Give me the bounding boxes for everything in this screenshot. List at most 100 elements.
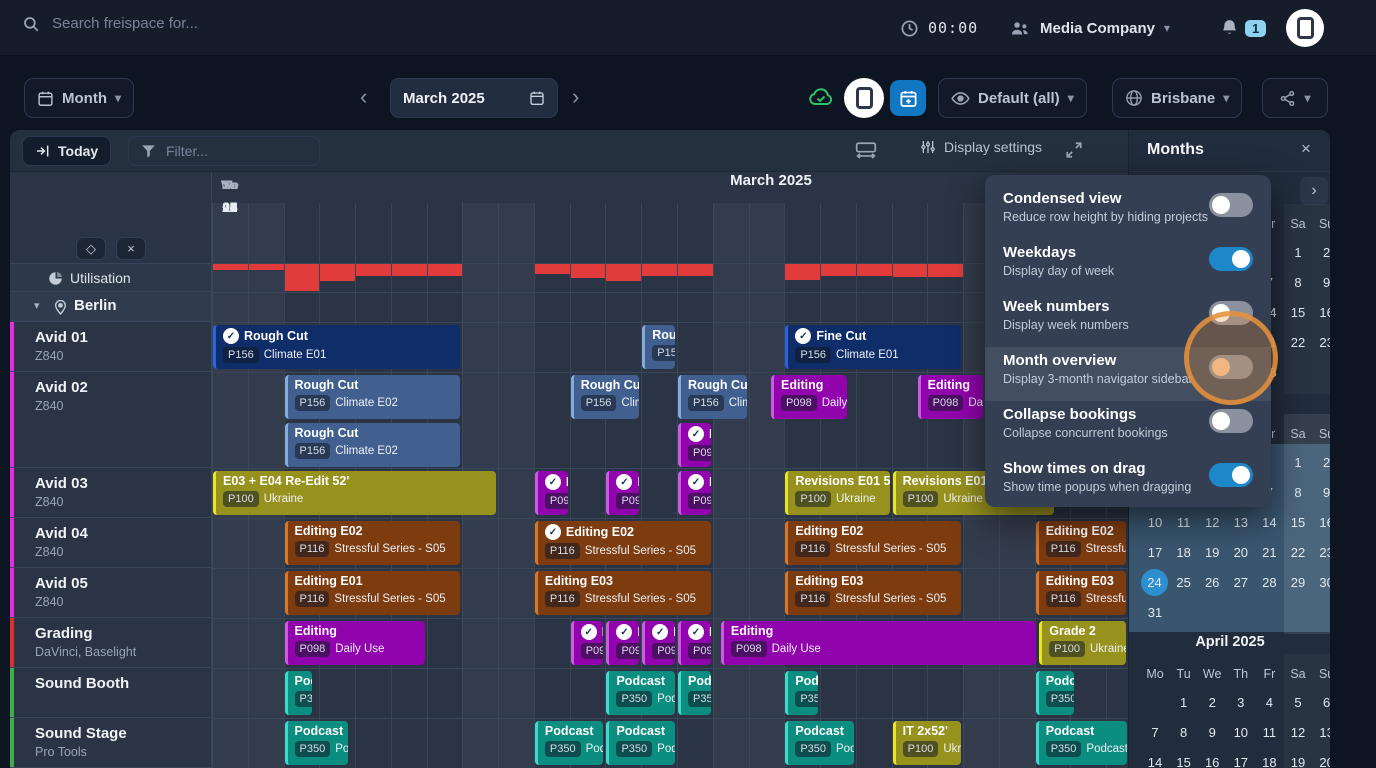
mini-day[interactable]: 3 <box>1227 688 1255 718</box>
display-settings-button[interactable]: Display settings <box>920 139 1042 155</box>
mini-day[interactable]: 17 <box>1227 748 1255 768</box>
booking[interactable]: Rough CutP156Climate E02 <box>285 375 461 419</box>
booking[interactable]: PodcastP350Podcast <box>285 671 312 715</box>
booking[interactable]: PodcastP350Podcast <box>785 721 854 765</box>
mini-day[interactable]: 23 <box>1313 538 1330 568</box>
location-dropdown[interactable]: Brisbane ▾ <box>1112 78 1242 118</box>
view-mode-dropdown[interactable]: Month ▾ <box>24 78 134 118</box>
booking[interactable]: EditingP098Daily Use <box>285 621 425 665</box>
user-avatar[interactable] <box>1286 0 1324 56</box>
booking[interactable]: Revisions E01 52'P100Ukraine <box>785 471 889 515</box>
company-switcher[interactable]: Media Company ▾ <box>1010 0 1170 56</box>
sort-resources-button[interactable]: ◇ <box>76 237 106 260</box>
active-user-avatar[interactable] <box>844 78 884 118</box>
booking[interactable]: PodcastP350Podcast <box>285 721 348 765</box>
booking[interactable]: ✓Rough CutP156Climate E01 <box>213 325 460 369</box>
today-button[interactable]: Today <box>22 136 111 166</box>
next-months-button[interactable]: › <box>1300 177 1328 205</box>
mini-day-today[interactable]: 24 <box>1141 569 1168 596</box>
booking[interactable]: Editing E03P116Stressful Series - S05 <box>785 571 961 615</box>
resource-row[interactable]: Avid 05Z840 <box>10 568 212 618</box>
setting-row[interactable]: Collapse bookingsCollapse concurrent boo… <box>985 401 1271 455</box>
mini-day[interactable]: 17 <box>1141 538 1169 568</box>
mini-day[interactable]: 31 <box>1141 598 1169 628</box>
setting-row[interactable]: WeekdaysDisplay day of week <box>985 239 1271 293</box>
mini-day[interactable]: 15 <box>1284 298 1312 328</box>
period-picker[interactable]: March 2025 <box>390 78 558 118</box>
booking[interactable]: Rough CutP156Climate E02 <box>285 423 461 467</box>
booking[interactable]: ✓Editing E02P116Stressful Series - S05 <box>535 521 711 565</box>
resource-row[interactable]: Avid 03Z840 <box>10 468 212 518</box>
resource-row[interactable]: Sound Booth <box>10 668 212 718</box>
mini-day[interactable]: 8 <box>1170 718 1198 748</box>
setting-toggle[interactable] <box>1209 301 1253 325</box>
setting-row[interactable]: Month overviewDisplay 3-month navigator … <box>985 347 1271 401</box>
mini-day[interactable]: 9 <box>1198 718 1226 748</box>
mini-day[interactable]: 13 <box>1313 718 1330 748</box>
mini-day[interactable]: 23 <box>1313 328 1330 358</box>
booking[interactable]: E03 + E04 Re-Edit 52'P100Ukraine <box>213 471 496 515</box>
booking[interactable]: ✓Fine CutP156Climate E01 <box>785 325 961 369</box>
mini-day[interactable]: 12 <box>1284 718 1312 748</box>
fullscreen-icon[interactable] <box>1065 141 1083 159</box>
mini-day[interactable]: 15 <box>1170 748 1198 768</box>
booking[interactable]: PodcastP350Podcast <box>606 671 675 715</box>
mini-day[interactable]: 2 <box>1198 688 1226 718</box>
search-input[interactable] <box>50 14 350 33</box>
filter-input[interactable] <box>164 142 304 160</box>
mini-day[interactable]: 2 <box>1313 238 1330 268</box>
booking[interactable]: ✓EditingP098Daily Use <box>535 471 568 515</box>
booking[interactable]: PodcastP350Podcast <box>1036 671 1074 715</box>
global-search[interactable] <box>22 14 350 33</box>
booking[interactable]: Rough CutP156Climate E01 <box>642 325 675 369</box>
booking[interactable]: ✓EditingP098Daily Use <box>606 621 639 665</box>
mini-day[interactable]: 29 <box>1284 568 1312 598</box>
booking[interactable]: Editing E02P116Stressful Series - S05 <box>285 521 461 565</box>
notifications-button[interactable]: 1 <box>1220 0 1266 56</box>
resource-row[interactable]: GradingDaVinci, Baselight <box>10 618 212 668</box>
mini-day[interactable]: 20 <box>1313 748 1330 768</box>
mini-day[interactable]: 10 <box>1227 718 1255 748</box>
mini-day[interactable]: 28 <box>1255 568 1283 598</box>
booking[interactable]: ✓EditingP098Daily Use <box>678 423 711 467</box>
mini-day[interactable]: 1 <box>1170 688 1198 718</box>
close-icon[interactable]: × <box>1301 139 1311 159</box>
clear-resources-button[interactable]: × <box>116 237 146 260</box>
mini-day[interactable]: 5 <box>1284 688 1312 718</box>
booking[interactable]: PodcastP350Podcast <box>535 721 604 765</box>
mini-day[interactable]: 25 <box>1170 568 1198 598</box>
booking[interactable]: Editing E02P116Stressful Series - S05 <box>785 521 961 565</box>
mini-day[interactable]: 16 <box>1313 508 1330 538</box>
prev-period-button[interactable]: ‹ <box>360 86 367 108</box>
mini-day[interactable]: 18 <box>1170 538 1198 568</box>
mini-day[interactable]: 18 <box>1255 748 1283 768</box>
group-row-berlin[interactable]: ▾Berlin <box>10 292 212 322</box>
mini-day[interactable]: 2 <box>1313 448 1330 478</box>
booking[interactable]: Rough CutP156Climate E02 <box>571 375 640 419</box>
mini-day[interactable]: 21 <box>1255 538 1283 568</box>
setting-toggle[interactable] <box>1209 193 1253 217</box>
mini-day[interactable]: 1 <box>1284 238 1312 268</box>
mini-day[interactable]: 4 <box>1255 688 1283 718</box>
mini-day[interactable]: 14 <box>1141 748 1169 768</box>
setting-toggle[interactable] <box>1209 463 1253 487</box>
mini-day[interactable]: 7 <box>1141 718 1169 748</box>
booking[interactable]: IT 2x52'P100Ukraine <box>893 721 962 765</box>
mini-day[interactable]: 1 <box>1284 448 1312 478</box>
mini-day[interactable]: 10 <box>1141 508 1169 538</box>
mini-day[interactable]: 8 <box>1284 268 1312 298</box>
booking[interactable]: EditingP098Daily Use <box>771 375 847 419</box>
mini-day[interactable]: 22 <box>1284 328 1312 358</box>
mini-day[interactable]: 11 <box>1170 508 1198 538</box>
mini-day[interactable]: 11 <box>1255 718 1283 748</box>
setting-row[interactable]: Condensed viewReduce row height by hidin… <box>985 185 1271 239</box>
booking[interactable]: EditingP098Daily Use <box>918 375 983 419</box>
mini-day[interactable]: 12 <box>1198 508 1226 538</box>
booking[interactable]: Editing E01P116Stressful Series - S05 <box>285 571 461 615</box>
mini-day[interactable]: 30 <box>1313 568 1330 598</box>
resource-row[interactable]: Avid 04Z840 <box>10 518 212 568</box>
mini-day[interactable]: 6 <box>1313 688 1330 718</box>
mini-day[interactable]: 27 <box>1227 568 1255 598</box>
mini-day[interactable]: 22 <box>1284 538 1312 568</box>
mini-day[interactable]: 8 <box>1284 478 1312 508</box>
